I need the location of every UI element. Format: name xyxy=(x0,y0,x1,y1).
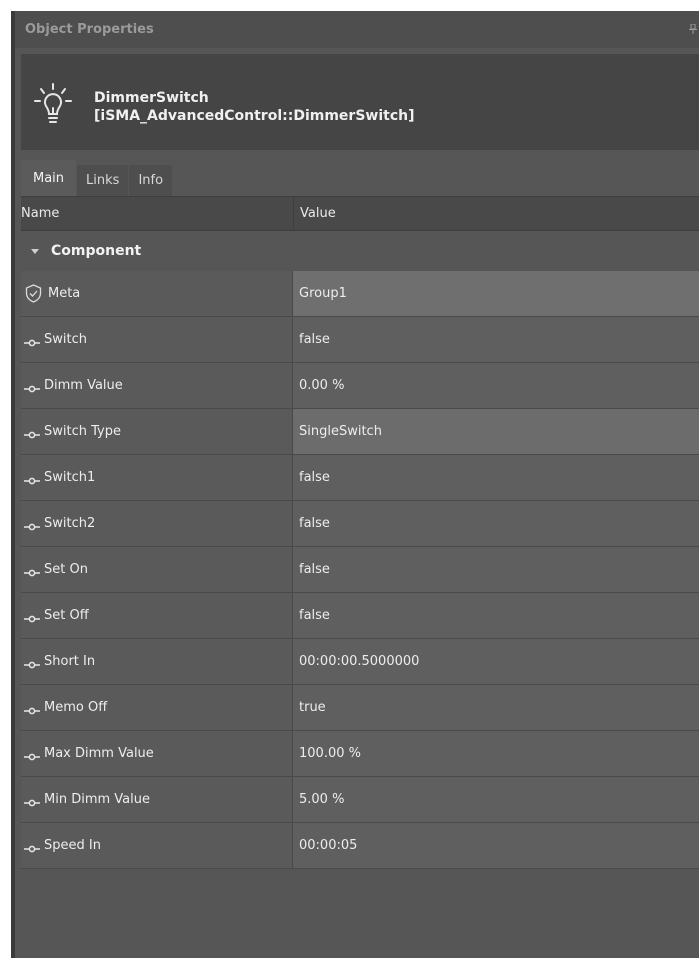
property-name-cell: Min Dimm Value xyxy=(21,777,293,822)
property-value[interactable]: false xyxy=(293,317,699,362)
table-row[interactable]: Speed In 00:00:05 xyxy=(21,823,699,869)
property-name: Switch1 xyxy=(44,470,96,485)
column-header-row: Name Value xyxy=(21,196,699,231)
object-name: DimmerSwitch [iSMA_AdvancedControl::Dimm… xyxy=(94,89,415,125)
lightbulb-icon xyxy=(33,82,73,126)
tab-links[interactable]: Links xyxy=(77,165,129,196)
group-component[interactable]: Component xyxy=(21,231,699,271)
property-name: Switch xyxy=(44,332,87,347)
table-row[interactable]: Dimm Value 0.00 % xyxy=(21,363,699,409)
slot-icon xyxy=(24,566,40,576)
table-row[interactable]: Max Dimm Value 100.00 % xyxy=(21,731,699,777)
table-row[interactable]: Switch Type SingleSwitch xyxy=(21,409,699,455)
column-header-name[interactable]: Name xyxy=(21,197,294,230)
property-name-cell: Set On xyxy=(21,547,293,592)
property-name-cell: Max Dimm Value xyxy=(21,731,293,776)
property-grid: Name Value Component Meta Group1 Switch fal… xyxy=(21,196,699,869)
slot-icon xyxy=(24,704,40,714)
chevron-down-icon[interactable] xyxy=(31,248,39,254)
property-value[interactable]: 00:00:05 xyxy=(293,823,699,868)
object-title: DimmerSwitch xyxy=(94,90,209,106)
slot-icon xyxy=(24,520,40,530)
slot-icon xyxy=(24,336,40,346)
object-header: DimmerSwitch [iSMA_AdvancedControl::Dimm… xyxy=(21,54,699,150)
property-name: Dimm Value xyxy=(44,378,123,393)
property-name-cell: Switch1 xyxy=(21,455,293,500)
property-name: Speed In xyxy=(44,838,101,853)
property-name-cell: Dimm Value xyxy=(21,363,293,408)
table-row[interactable]: Switch2 false xyxy=(21,501,699,547)
property-name: Set On xyxy=(44,562,88,577)
slot-icon xyxy=(24,428,40,438)
group-label: Component xyxy=(51,243,142,259)
panel-title: Object Properties xyxy=(25,22,154,37)
shield-check-icon xyxy=(25,284,42,303)
property-name-cell: Short In xyxy=(21,639,293,684)
property-name: Meta xyxy=(48,286,81,301)
property-name: Memo Off xyxy=(44,700,108,715)
tab-bar: Main Links Info xyxy=(21,160,173,196)
table-row[interactable]: Switch1 false xyxy=(21,455,699,501)
property-value[interactable]: 100.00 % xyxy=(293,731,699,776)
object-properties-panel: Object Properties DimmerSwitch [iSMA_Adv… xyxy=(11,11,699,958)
slot-icon xyxy=(24,474,40,484)
tab-main[interactable]: Main xyxy=(21,160,77,196)
property-name-cell: Memo Off xyxy=(21,685,293,730)
slot-icon xyxy=(24,750,40,760)
slot-icon xyxy=(24,658,40,668)
table-row[interactable]: Set On false xyxy=(21,547,699,593)
property-value[interactable]: 0.00 % xyxy=(293,363,699,408)
table-row[interactable]: Switch false xyxy=(21,317,699,363)
property-name-cell: Meta xyxy=(21,271,293,316)
slot-icon xyxy=(24,382,40,392)
table-row[interactable]: Short In 00:00:00.5000000 xyxy=(21,639,699,685)
property-value[interactable]: false xyxy=(293,547,699,592)
property-value[interactable]: false xyxy=(293,593,699,638)
property-name: Max Dimm Value xyxy=(44,746,154,761)
panel-edge xyxy=(11,11,15,958)
table-row[interactable]: Set Off false xyxy=(21,593,699,639)
property-value[interactable]: SingleSwitch xyxy=(293,409,699,454)
property-name-cell: Switch Type xyxy=(21,409,293,454)
slot-icon xyxy=(24,842,40,852)
slot-icon xyxy=(24,796,40,806)
tab-info[interactable]: Info xyxy=(129,165,173,196)
property-name-cell: Switch xyxy=(21,317,293,362)
property-name: Short In xyxy=(44,654,96,669)
empty-area xyxy=(21,887,699,958)
property-value[interactable]: false xyxy=(293,501,699,546)
panel-titlebar: Object Properties xyxy=(15,11,699,48)
table-row[interactable]: Meta Group1 xyxy=(21,271,699,317)
property-name: Min Dimm Value xyxy=(44,792,150,807)
pin-icon[interactable] xyxy=(689,24,697,34)
property-name: Set Off xyxy=(44,608,89,623)
slot-icon xyxy=(24,612,40,622)
property-value[interactable]: true xyxy=(293,685,699,730)
table-row[interactable]: Min Dimm Value 5.00 % xyxy=(21,777,699,823)
column-header-value[interactable]: Value xyxy=(294,197,699,230)
object-type: [iSMA_AdvancedControl::DimmerSwitch] xyxy=(94,108,415,124)
property-name-cell: Speed In xyxy=(21,823,293,868)
property-value[interactable]: 5.00 % xyxy=(293,777,699,822)
property-value[interactable]: 00:00:00.5000000 xyxy=(293,639,699,684)
property-value[interactable]: false xyxy=(293,455,699,500)
property-name: Switch Type xyxy=(44,424,121,439)
property-name-cell: Switch2 xyxy=(21,501,293,546)
property-name: Switch2 xyxy=(44,516,96,531)
property-value[interactable]: Group1 xyxy=(293,271,699,316)
property-name-cell: Set Off xyxy=(21,593,293,638)
table-row[interactable]: Memo Off true xyxy=(21,685,699,731)
